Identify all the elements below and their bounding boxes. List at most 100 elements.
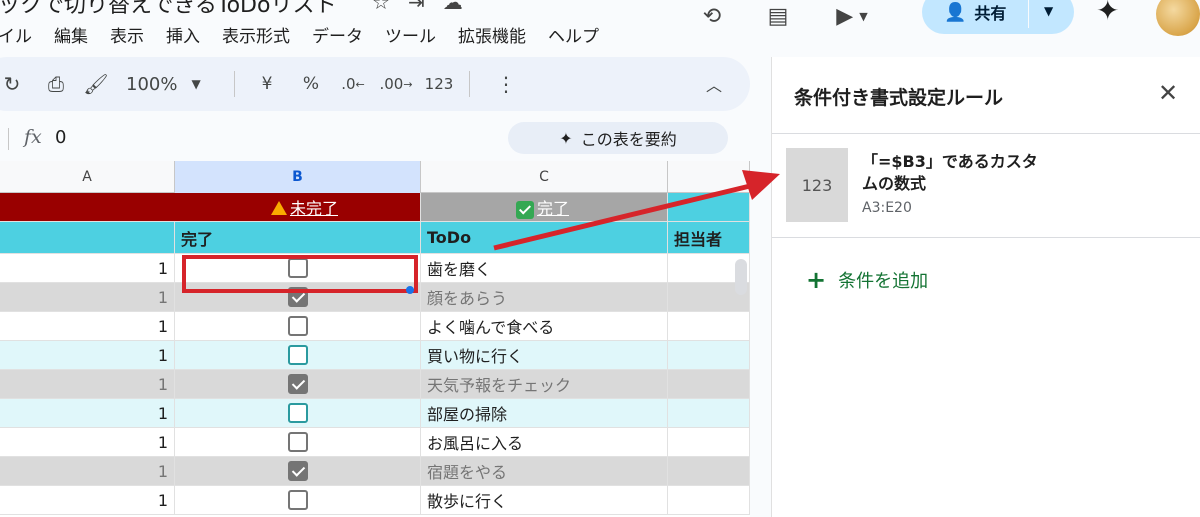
cell-todo[interactable]: 宿題をやる — [421, 457, 668, 485]
unchecked-checkbox[interactable] — [287, 345, 308, 365]
avatar[interactable] — [1156, 0, 1200, 36]
cell-checkbox[interactable] — [175, 370, 421, 398]
star-icon[interactable]: ☆ — [372, 0, 390, 14]
gemini-sparkle-icon[interactable]: ✦ — [1096, 0, 1119, 27]
incomplete-link[interactable]: 未完了 — [290, 195, 338, 219]
cell-checkbox[interactable] — [175, 399, 421, 427]
summarize-table-button[interactable]: ✦ この表を要約 — [508, 122, 728, 154]
cell-todo[interactable]: 歯を磨く — [421, 254, 668, 282]
increase-decimal-button[interactable]: .00 → — [373, 68, 419, 100]
panel-divider — [772, 237, 1200, 238]
column-header-c[interactable]: C — [421, 161, 668, 193]
table-row: 1 部屋の掃除 — [0, 399, 750, 428]
chevron-down-icon: ▼ — [191, 77, 201, 91]
cell-todo[interactable]: よく噛んで食べる — [421, 312, 668, 340]
cell-a[interactable]: 1 — [0, 312, 175, 340]
cell-todo[interactable]: 買い物に行く — [421, 341, 668, 369]
column-header-a[interactable]: A — [0, 161, 175, 193]
print-icon[interactable]: ⎙ — [34, 68, 78, 100]
cell-todo[interactable]: 散歩に行く — [421, 486, 668, 514]
cell-checkbox[interactable] — [175, 341, 421, 369]
share-divider — [1028, 0, 1029, 28]
close-icon[interactable]: ✕ — [1158, 79, 1178, 107]
more-vert-icon[interactable]: ⋮ — [484, 68, 528, 100]
redo-icon[interactable]: ↻ — [0, 68, 26, 100]
menu-file[interactable]: イル — [0, 22, 32, 47]
share-button[interactable]: 👤 共有 ▼ — [922, 0, 1074, 34]
zoom-select[interactable]: 100% ▼ — [114, 68, 224, 100]
header-cell-owner[interactable]: 担当者 — [668, 222, 750, 253]
paint-format-icon[interactable]: 🖌 — [78, 68, 114, 100]
fx-icon: fx — [24, 126, 42, 148]
cell-a[interactable]: 1 — [0, 283, 175, 311]
percent-format-button[interactable]: % — [289, 68, 333, 100]
unchecked-checkbox[interactable] — [287, 316, 308, 336]
unchecked-checkbox[interactable] — [287, 432, 308, 452]
rule-preview[interactable]: 123 — [786, 148, 848, 222]
cell-a[interactable]: 1 — [0, 457, 175, 485]
move-icon[interactable]: ⇥ — [408, 0, 425, 14]
zoom-value: 100% — [126, 73, 178, 95]
cell-owner[interactable] — [668, 399, 750, 427]
menu-extensions[interactable]: 拡張機能 — [458, 22, 526, 47]
collapse-toolbar-icon[interactable]: ︿ — [698, 68, 730, 100]
currency-format-button[interactable]: ¥ — [245, 68, 289, 100]
cell-checkbox[interactable] — [175, 457, 421, 485]
menu-view[interactable]: 表示 — [110, 22, 144, 47]
check-mark-icon — [516, 201, 534, 219]
unchecked-checkbox[interactable] — [287, 403, 308, 423]
cell-owner[interactable] — [668, 370, 750, 398]
cell-a[interactable]: 1 — [0, 370, 175, 398]
cell-owner[interactable] — [668, 341, 750, 369]
cell-owner[interactable] — [668, 312, 750, 340]
cell-checkbox[interactable] — [175, 312, 421, 340]
incomplete-status-cell[interactable]: 未完了 — [0, 193, 421, 221]
cell-checkbox[interactable] — [175, 486, 421, 514]
comments-icon[interactable]: ▤ — [756, 0, 800, 36]
menu-insert[interactable]: 挿入 — [166, 22, 200, 47]
vertical-scrollbar[interactable] — [735, 259, 747, 295]
cell-a[interactable]: 1 — [0, 486, 175, 514]
cell-a[interactable]: 1 — [0, 341, 175, 369]
menu-format[interactable]: 表示形式 — [222, 22, 290, 47]
menu-help[interactable]: ヘルプ — [548, 22, 599, 47]
complete-status-cell[interactable]: 完了 — [421, 193, 668, 221]
menu-tools[interactable]: ツール — [385, 22, 436, 47]
cell-todo[interactable]: 天気予報をチェック — [421, 370, 668, 398]
menu-edit[interactable]: 編集 — [54, 22, 88, 47]
complete-link[interactable]: 完了 — [537, 195, 569, 219]
share-dropdown-icon[interactable]: ▼ — [1044, 4, 1053, 18]
cell-owner[interactable] — [668, 457, 750, 485]
people-icon: 👤 — [944, 1, 967, 23]
cell-owner[interactable] — [668, 428, 750, 456]
column-header-d[interactable] — [668, 161, 750, 193]
column-header-b[interactable]: B — [175, 161, 421, 193]
more-formats-button[interactable]: 123 — [419, 68, 459, 100]
checked-checkbox[interactable] — [287, 461, 308, 481]
document-title[interactable]: ックで切り替えできるToDoリスト — [0, 0, 336, 19]
status-cell-d[interactable] — [668, 193, 750, 221]
fill-handle[interactable] — [406, 286, 414, 294]
cell-todo[interactable]: お風呂に入る — [421, 428, 668, 456]
spreadsheet-grid[interactable]: A B C 未完了 完了 完了 ToDo 担当者 1 歯を磨く 1 顔をあらう 1 よく噛… — [0, 161, 750, 517]
unchecked-checkbox[interactable] — [287, 490, 308, 510]
history-icon[interactable]: ⟲ — [690, 0, 734, 36]
cell-owner[interactable] — [668, 486, 750, 514]
cell-a[interactable]: 1 — [0, 254, 175, 282]
meet-icon[interactable]: ▶ ▼ — [822, 0, 882, 36]
header-cell-todo[interactable]: ToDo — [421, 222, 668, 253]
checked-checkbox[interactable] — [287, 374, 308, 394]
header-cell-a[interactable] — [0, 222, 175, 253]
cell-todo[interactable]: 部屋の掃除 — [421, 399, 668, 427]
rule-description[interactable]: 「=$B3」であるカスタムの数式 — [862, 151, 1052, 195]
add-rule-button[interactable]: + 条件を追加 — [806, 266, 928, 294]
menu-data[interactable]: データ — [312, 22, 363, 47]
cell-a[interactable]: 1 — [0, 399, 175, 427]
cell-a[interactable]: 1 — [0, 428, 175, 456]
cell-todo[interactable]: 顔をあらう — [421, 283, 668, 311]
decrease-decimal-button[interactable]: .0 ← — [333, 68, 373, 100]
formula-input[interactable]: 0 — [55, 127, 66, 148]
cloud-status-icon[interactable]: ☁ — [443, 0, 463, 14]
cell-checkbox[interactable] — [175, 428, 421, 456]
header-cell-done[interactable]: 完了 — [175, 222, 421, 253]
